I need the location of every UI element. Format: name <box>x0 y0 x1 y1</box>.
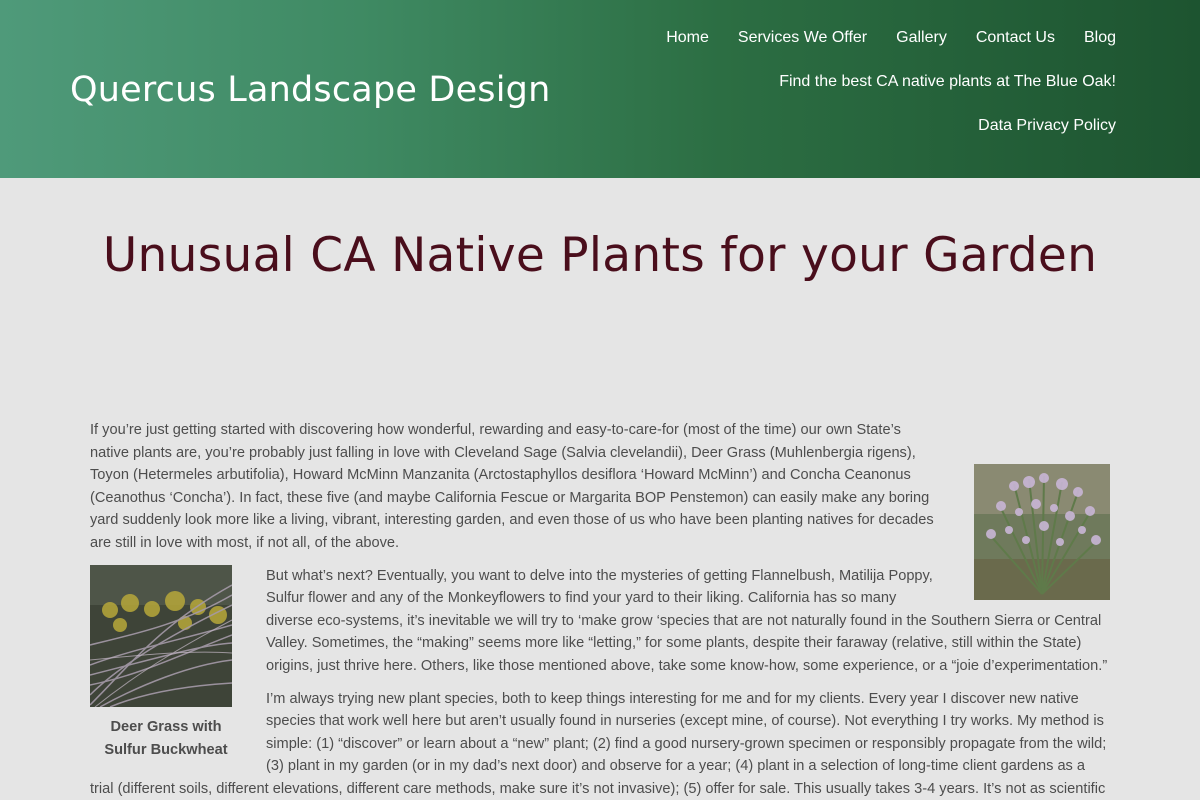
page-title: Unusual CA Native Plants for your Garden <box>102 228 1098 283</box>
primary-nav: Home Services We Offer Gallery Contact U… <box>666 26 1116 50</box>
cleveland-sage-image[interactable] <box>974 464 1110 600</box>
paragraph-new-species: I’m always trying new plant species, bot… <box>90 690 1107 797</box>
nav-gallery[interactable]: Gallery <box>896 26 947 50</box>
nav-blue-oak[interactable]: Find the best CA native plants at The Bl… <box>779 70 1116 94</box>
nav-home[interactable]: Home <box>666 26 709 50</box>
tertiary-nav-row: Data Privacy Policy <box>978 114 1116 138</box>
sage-photo-graphic <box>974 464 1110 600</box>
nav-privacy[interactable]: Data Privacy Policy <box>978 114 1116 138</box>
deer-grass-caption: Deer Grass with Sulfur Buckwheat <box>104 718 228 758</box>
site-title[interactable]: Quercus Landscape Design <box>70 70 550 110</box>
nav-blog[interactable]: Blog <box>1084 26 1116 50</box>
article-content: If you’re just getting started with disc… <box>90 419 1110 800</box>
nav-contact[interactable]: Contact Us <box>976 26 1055 50</box>
site-header: Quercus Landscape Design Home Services W… <box>0 0 1200 178</box>
paragraph-whats-next: But what’s next? Eventually, you want to… <box>266 567 1108 674</box>
deer-grass-figure: Deer Grass with Sulfur Buckwheat <box>90 564 242 762</box>
deer-grass-photo-graphic <box>90 564 232 707</box>
deer-grass-image[interactable] <box>90 564 232 707</box>
secondary-nav-row: Find the best CA native plants at The Bl… <box>779 70 1116 94</box>
nav-services[interactable]: Services We Offer <box>738 26 867 50</box>
paragraph-intro: If you’re just getting started with disc… <box>90 422 934 551</box>
